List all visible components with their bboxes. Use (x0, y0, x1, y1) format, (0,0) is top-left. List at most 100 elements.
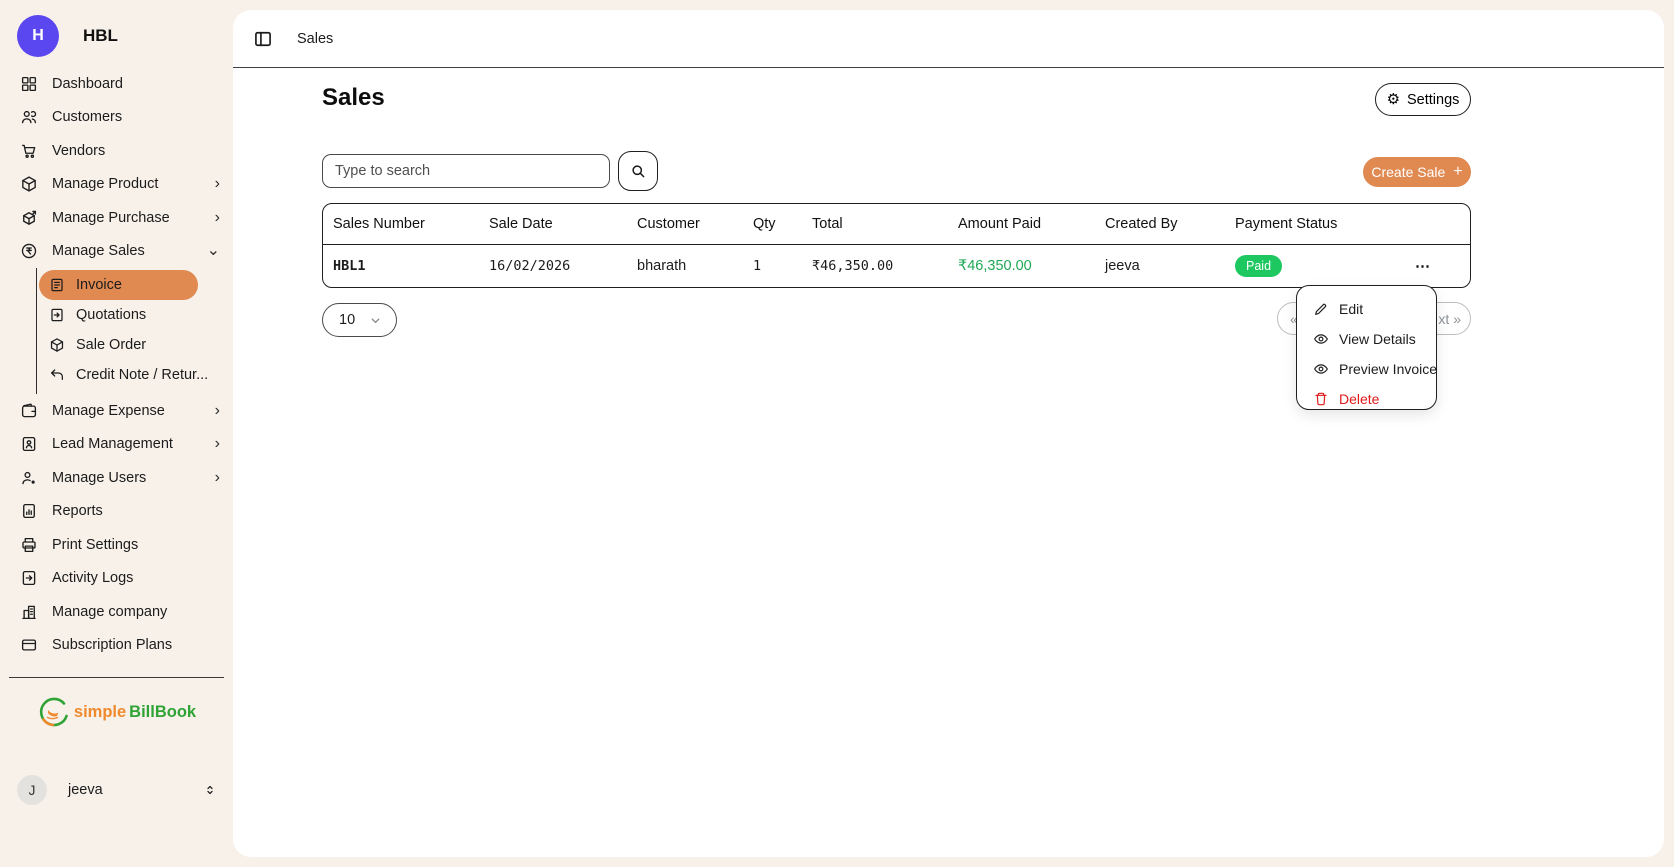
chevron-up-down-icon (203, 782, 217, 798)
settings-button[interactable]: ⚙ Settings (1375, 83, 1471, 116)
company-header: H HBL (0, 0, 233, 63)
col-sales-number: Sales Number (323, 204, 489, 244)
wallet-icon (20, 402, 38, 420)
sidebar-item-manage-product[interactable]: Manage Product › (0, 168, 233, 202)
cell-customer: bharath (637, 244, 753, 287)
invoice-icon (49, 277, 65, 293)
sidebar-item-print-settings[interactable]: Print Settings (0, 528, 233, 562)
sidebar-subitem-quotations[interactable]: Quotations (39, 300, 198, 330)
sidebar-user-menu[interactable]: J jeeva (0, 775, 233, 805)
building-icon (20, 603, 38, 621)
sales-table: Sales Number Sale Date Customer Qty Tota… (322, 203, 1471, 288)
sidebar-item-manage-purchase[interactable]: Manage Purchase › (0, 201, 233, 235)
col-sale-date: Sale Date (489, 204, 637, 244)
col-customer: Customer (637, 204, 753, 244)
sidebar-item-activity-logs[interactable]: Activity Logs (0, 562, 233, 596)
search-input[interactable] (322, 154, 610, 188)
sidebar-nav: Dashboard Customers Vendors Manage Produ… (0, 67, 233, 662)
sidebar-item-vendors[interactable]: Vendors (0, 134, 233, 168)
col-created-by: Created By (1105, 204, 1235, 244)
menu-item-delete[interactable]: Delete (1297, 384, 1436, 414)
manage-sales-submenu: Invoice Quotations Sale Order Credit Not… (36, 268, 233, 394)
reports-icon (20, 502, 38, 520)
company-avatar[interactable]: H (17, 15, 59, 57)
chevron-right-icon: › (215, 210, 220, 226)
sidebar-item-manage-sales[interactable]: Manage Sales ⌄ (0, 235, 233, 269)
cell-sale-date: 16/02/2026 (489, 244, 637, 287)
purchase-cube-icon (20, 209, 38, 227)
create-sale-button[interactable]: Create Sale + (1363, 157, 1471, 187)
search-button[interactable] (618, 151, 658, 191)
quotations-icon (49, 307, 65, 323)
rupee-coin-icon (20, 242, 38, 260)
simplebillbook-logo: simpleBillBook (0, 695, 233, 729)
sidebar-item-manage-expense[interactable]: Manage Expense › (0, 394, 233, 428)
menu-item-preview-invoice[interactable]: Preview Invoice (1297, 354, 1436, 384)
simplebillbook-logo-icon (37, 695, 71, 729)
pencil-icon (1313, 301, 1329, 317)
activity-log-icon (20, 569, 38, 587)
chevron-right-icon: › (215, 176, 220, 192)
sidebar-subitem-credit-note[interactable]: Credit Note / Retur... (39, 360, 198, 390)
topbar: Sales (233, 10, 1664, 68)
col-amount-paid: Amount Paid (958, 204, 1105, 244)
page-size-select[interactable]: 10 (322, 303, 397, 337)
cell-created-by: jeeva (1105, 244, 1235, 287)
eye-icon (1313, 361, 1329, 377)
sidebar-subitem-invoice[interactable]: Invoice (39, 270, 198, 300)
chevron-right-icon: › (215, 470, 220, 486)
table-header-row: Sales Number Sale Date Customer Qty Tota… (323, 204, 1471, 244)
search-icon (629, 162, 647, 180)
chevron-right-icon: › (215, 436, 220, 452)
page-title: Sales (322, 84, 385, 112)
cell-sales-number: HBL1 (323, 244, 489, 287)
cell-qty: 1 (753, 244, 812, 287)
trash-icon (1313, 391, 1329, 407)
logo-word-simple: simple (74, 703, 126, 722)
col-payment-status: Payment Status (1235, 204, 1415, 244)
sidebar-item-customers[interactable]: Customers (0, 101, 233, 135)
user-name: jeeva (68, 782, 103, 798)
col-total: Total (812, 204, 958, 244)
lead-badge-icon (20, 435, 38, 453)
chevron-down-icon (369, 314, 382, 327)
manage-users-icon (20, 469, 38, 487)
product-cube-icon (20, 175, 38, 193)
sidebar: H HBL Dashboard Customers Vendors Manage… (0, 0, 233, 867)
company-name: HBL (83, 26, 118, 46)
status-badge: Paid (1235, 255, 1282, 277)
sidebar-item-dashboard[interactable]: Dashboard (0, 67, 233, 101)
vendors-icon (20, 142, 38, 160)
sidebar-item-reports[interactable]: Reports (0, 495, 233, 529)
cell-payment-status: Paid (1235, 244, 1415, 287)
cell-actions: ⋯ (1415, 244, 1471, 287)
col-actions (1415, 204, 1471, 244)
credit-card-icon (20, 636, 38, 654)
dashboard-icon (20, 75, 38, 93)
logo-word-billbook: BillBook (129, 703, 196, 722)
cell-total: ₹46,350.00 (812, 244, 958, 287)
col-qty: Qty (753, 204, 812, 244)
cell-amount-paid: ₹46,350.00 (958, 244, 1105, 287)
row-actions-context-menu: Edit View Details Preview Invoice Delete (1296, 285, 1437, 410)
sidebar-divider (9, 677, 224, 678)
credit-note-icon (49, 367, 65, 383)
sidebar-subitem-sale-order[interactable]: Sale Order (39, 330, 198, 360)
customers-icon (20, 108, 38, 126)
chevron-right-icon: › (215, 403, 220, 419)
row-actions-menu-button[interactable]: ⋯ (1415, 258, 1431, 275)
chevron-down-icon: ⌄ (207, 243, 220, 259)
sidebar-toggle-icon[interactable] (253, 29, 273, 49)
sidebar-item-manage-users[interactable]: Manage Users › (0, 461, 233, 495)
gear-icon: ⚙ (1387, 92, 1400, 107)
sale-order-icon (49, 337, 65, 353)
sidebar-item-manage-company[interactable]: Manage company (0, 595, 233, 629)
menu-item-edit[interactable]: Edit (1297, 294, 1436, 324)
menu-item-view-details[interactable]: View Details (1297, 324, 1436, 354)
printer-icon (20, 536, 38, 554)
user-avatar: J (17, 775, 47, 805)
eye-icon (1313, 331, 1329, 347)
sidebar-item-subscription-plans[interactable]: Subscription Plans (0, 629, 233, 663)
sidebar-item-lead-management[interactable]: Lead Management › (0, 428, 233, 462)
main-content-card: Sales Sales ⚙ Settings Create Sale + Sal… (233, 10, 1664, 857)
